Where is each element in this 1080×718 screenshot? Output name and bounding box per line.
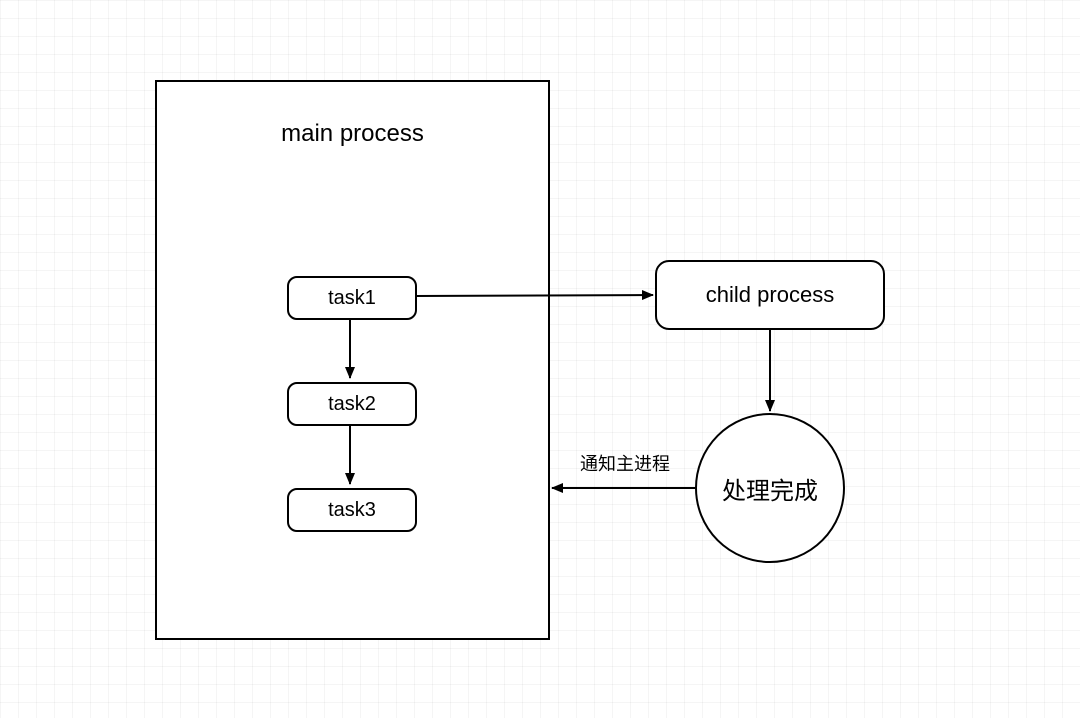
done-node: 处理完成 (695, 413, 845, 563)
task3-node: task3 (287, 488, 417, 532)
child-process-label: child process (706, 282, 834, 308)
edge-notify-label: 通知主进程 (580, 450, 670, 476)
main-process-title: main process (157, 120, 548, 148)
child-process-node: child process (655, 260, 885, 330)
task2-node: task2 (287, 382, 417, 426)
done-label: 处理完成 (722, 471, 818, 506)
diagram-canvas: main process task1 task2 task3 child pro… (0, 0, 1080, 718)
task1-label: task1 (328, 287, 376, 310)
task3-label: task3 (328, 499, 376, 522)
task1-node: task1 (287, 276, 417, 320)
main-process-box: main process task1 task2 task3 (155, 80, 550, 640)
task2-label: task2 (328, 393, 376, 416)
